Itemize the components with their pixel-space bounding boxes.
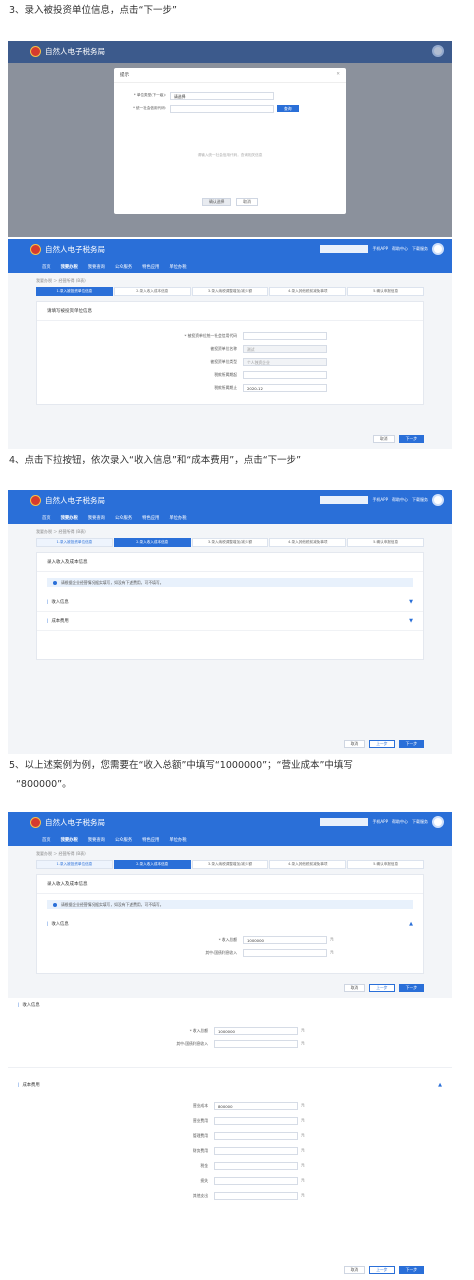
breadcrumb: 我要办税 ＞ 经营所得 (B表): [36, 278, 86, 283]
search-button[interactable]: 查询: [277, 105, 299, 112]
search-input[interactable]: [320, 818, 369, 826]
step5-text-2: “800000”。: [16, 779, 72, 790]
bond-interest-input[interactable]: [214, 1039, 298, 1048]
unit-type-field: 个人独资企业: [243, 357, 327, 366]
modal-cancel-button[interactable]: 取消: [236, 198, 258, 206]
screenshot-modal: 自然人电子税务局 提示 ✕ * 单位类型(下一级): 请选择 * 统一社会信用代…: [8, 41, 452, 237]
tax-emblem-icon: [30, 46, 41, 57]
info-icon: [53, 580, 57, 585]
cost-section-toggle[interactable]: | 成本费用 ▼: [37, 612, 423, 631]
period-start-field[interactable]: [243, 370, 327, 379]
modal-dialog: 提示 ✕ * 单位类型(下一级): 请选择 * 统一社会信用代码: 查询 请输入…: [114, 68, 346, 214]
chevron-up-icon[interactable]: ▲: [438, 1082, 442, 1088]
info-icon: [53, 902, 57, 907]
avatar[interactable]: [432, 494, 444, 506]
unit-name-field: 测试: [243, 344, 327, 353]
credit-code-field[interactable]: [243, 331, 327, 340]
income-section-toggle[interactable]: | 收入信息 ▼: [37, 593, 423, 612]
cancel-button[interactable]: 取消: [373, 435, 395, 443]
avatar[interactable]: [432, 816, 444, 828]
tax-input[interactable]: [214, 1161, 298, 1170]
form-title: 请填写被投资单位信息: [37, 302, 423, 321]
bond-interest-input[interactable]: [243, 948, 327, 957]
chevron-up-icon[interactable]: ▲: [409, 921, 413, 927]
period-end-field[interactable]: 2020-12: [243, 383, 327, 392]
screenshot-step2-income: 自然人电子税务局 手机APP 帮助中心 下载服务 首页 我要办税 我要查询 公众服务 特色应…: [8, 812, 452, 998]
credit-code-input[interactable]: [170, 104, 274, 113]
operating-cost-input[interactable]: 800000: [214, 1101, 298, 1110]
search-input[interactable]: [320, 496, 369, 504]
sales-expense-input[interactable]: [214, 1116, 298, 1125]
prev-button[interactable]: 上一步: [369, 740, 395, 748]
admin-expense-input[interactable]: [214, 1131, 298, 1140]
screenshot-step1: 自然人电子税务局 手机APP 帮助中心 下载服务 首页 我要办税 我要查询 公众服务 特色应…: [8, 239, 452, 449]
main-nav: 首页 我要办税 我要查询 公众服务 特色应用 单位办税: [8, 261, 452, 273]
step5-text: 5、以上述案例为例，您需要在“收入总额”中填写“1000000”；“营业成本”中…: [9, 760, 353, 771]
chevron-down-icon[interactable]: ▼: [409, 599, 413, 605]
step3-text: 3、录入被投资单位信息，点击“下一步”: [9, 5, 177, 16]
tax-emblem-icon: [30, 495, 41, 506]
unit-type-select[interactable]: 请选择: [170, 91, 274, 100]
close-icon[interactable]: ✕: [336, 72, 340, 78]
loss-input[interactable]: [214, 1176, 298, 1185]
avatar[interactable]: [432, 243, 444, 255]
step4-text: 4、点击下拉按钮，依次录入“收入信息”和“成本费用”，点击“下一步”: [9, 455, 302, 466]
screenshot-step2-collapsed: 自然人电子税务局 手机APP 帮助中心 下载服务 首页 我要办税 我要查询 公众服务 特色应…: [8, 490, 452, 754]
next-button[interactable]: 下一步: [398, 435, 424, 443]
income-total-input[interactable]: 1000000: [243, 935, 327, 944]
progress-steps: 1.录入被投资单位信息 2.录入收入成本信息 3.录入纳税调整增加/减少额 4.录入其…: [36, 287, 424, 296]
avatar[interactable]: [432, 45, 444, 57]
finance-expense-input[interactable]: [214, 1146, 298, 1155]
chevron-down-icon[interactable]: ▼: [409, 618, 413, 624]
confirm-select-button[interactable]: 确认选择: [202, 198, 232, 206]
other-expense-input[interactable]: [214, 1191, 298, 1200]
search-input[interactable]: [320, 245, 369, 253]
modal-title: 提示: [120, 73, 129, 78]
app-title: 自然人电子税务局: [45, 47, 105, 56]
empty-hint: 请输入统一社会信用代码，查询相关信息: [197, 153, 263, 157]
income-total-input[interactable]: 1000000: [214, 1026, 298, 1035]
tax-emblem-icon: [30, 817, 41, 828]
tax-emblem-icon: [30, 244, 41, 255]
screenshot-step2-cost: | 收入信息 * 收入总额 1000000 元 其中:国债利息收入元 | 成本费用 ▲ 营…: [8, 1000, 452, 1280]
